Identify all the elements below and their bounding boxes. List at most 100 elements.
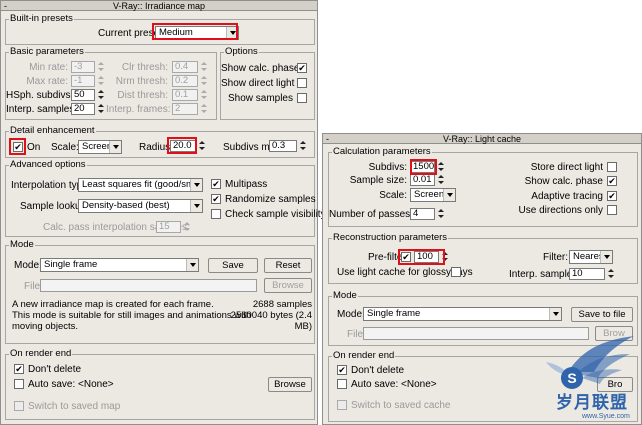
clr-thresh-arrows-icon[interactable] <box>201 61 207 73</box>
chevron-down-icon[interactable] <box>600 251 612 263</box>
clr-thresh-spinner[interactable]: 0.4 <box>172 61 198 73</box>
watermark-url: www.Syue.com <box>582 413 630 420</box>
show-samples-checkbox[interactable] <box>297 93 307 103</box>
chevron-down-icon[interactable] <box>186 259 198 271</box>
advanced-options-label: Advanced options <box>9 159 87 171</box>
chevron-down-icon[interactable] <box>190 200 202 212</box>
save-to-file-button[interactable]: Save to file <box>571 307 633 322</box>
sample-size-spinner[interactable]: 0.01 <box>410 174 435 186</box>
chevron-down-icon[interactable] <box>190 179 202 191</box>
irr-sample-count: 2688 samples <box>252 299 312 310</box>
lc-show-calc-phase-label: Show calc. phase <box>524 176 603 187</box>
collapse-icon[interactable]: - <box>326 134 329 144</box>
number-of-passes-spinner[interactable]: 4 <box>410 208 435 220</box>
adaptive-tracing-checkbox[interactable]: ✔ <box>607 191 617 201</box>
detail-scale-label: Scale: <box>51 142 79 153</box>
radius-arrows-icon[interactable] <box>199 140 205 152</box>
chevron-down-icon[interactable] <box>549 308 561 320</box>
detail-scale-dropdown[interactable]: Screen <box>78 140 122 154</box>
calculation-parameters-label: Calculation parameters <box>332 146 432 158</box>
subdivs-mult-spinner[interactable]: 0.3 <box>269 140 297 152</box>
interpolation-type-dropdown[interactable]: Least squares fit (good/smooth <box>78 178 203 192</box>
interp-frames-label: Interp. frames: <box>106 104 171 115</box>
lc-scale-dropdown[interactable]: Screen <box>410 188 456 202</box>
filter-label: Filter: <box>543 252 568 263</box>
interp-frames-arrows-icon[interactable] <box>201 103 207 115</box>
sample-lookup-dropdown[interactable]: Density-based (best) <box>78 199 203 213</box>
radius-highlight <box>167 137 197 154</box>
nrm-thresh-arrows-icon[interactable] <box>201 75 207 87</box>
irr-switch-saved-map-checkbox[interactable] <box>14 401 24 411</box>
irr-auto-save-label: Auto save: <None> <box>28 379 114 390</box>
lc-mode-value: Single frame <box>367 308 421 319</box>
built-in-presets-label: Built-in presets <box>9 13 74 25</box>
min-rate-arrows-icon[interactable] <box>98 61 104 73</box>
chevron-down-icon[interactable] <box>109 141 121 153</box>
min-rate-spinner[interactable]: -3 <box>71 61 95 73</box>
sample-size-arrows-icon[interactable] <box>438 174 444 186</box>
irr-reset-button[interactable]: Reset <box>264 258 312 273</box>
irr-mode-group: Mode Mode: Single frame Save Reset File:… <box>5 239 315 344</box>
collapse-icon[interactable]: - <box>4 1 7 11</box>
max-rate-label: Max rate: <box>26 76 68 87</box>
chevron-down-icon[interactable] <box>443 189 455 201</box>
irradiance-map-rollout-title[interactable]: - V-Ray:: Irradiance map <box>1 1 317 11</box>
lc-auto-save-checkbox[interactable] <box>337 379 347 389</box>
irradiance-map-panel: - V-Ray:: Irradiance map Built-in preset… <box>0 0 326 425</box>
lc-switch-saved-cache-checkbox[interactable] <box>337 400 347 410</box>
interp-frames-spinner[interactable]: 2 <box>172 103 198 115</box>
multipass-checkbox[interactable]: ✔ <box>211 179 221 189</box>
adaptive-tracing-label: Adaptive tracing <box>531 191 603 202</box>
glossy-rays-checkbox[interactable] <box>451 267 461 277</box>
lc-interp-samples-arrows-icon[interactable] <box>608 268 614 280</box>
lc-render-end-label: On render end <box>332 350 396 362</box>
dist-thresh-arrows-icon[interactable] <box>201 89 207 101</box>
check-sample-visibility-checkbox[interactable] <box>211 209 221 219</box>
lc-dont-delete-checkbox[interactable]: ✔ <box>337 365 347 375</box>
max-rate-spinner[interactable]: -1 <box>71 75 95 87</box>
irr-mode-description-1: A new irradiance map is created for each… <box>12 299 214 310</box>
irr-mode-field-label: Mode: <box>14 260 42 271</box>
store-direct-light-checkbox[interactable] <box>607 162 617 172</box>
detail-enhancement-label: Detail enhancement <box>9 125 96 137</box>
hsph-subdivs-arrows-icon[interactable] <box>98 89 104 101</box>
light-cache-rollout-title[interactable]: - V-Ray:: Light cache <box>323 134 641 144</box>
irr-mode-value: Single frame <box>44 259 98 270</box>
interp-samples-arrows-icon[interactable] <box>98 103 104 115</box>
irr-save-button[interactable]: Save <box>208 258 258 273</box>
lc-mode-dropdown[interactable]: Single frame <box>363 307 562 321</box>
hsph-subdivs-spinner[interactable]: 50 <box>71 89 95 101</box>
advanced-options-group: Advanced options Interpolation type: Lea… <box>5 159 326 237</box>
irr-mode-dropdown[interactable]: Single frame <box>40 258 199 272</box>
show-calc-phase-checkbox[interactable]: ✔ <box>297 63 307 73</box>
dist-thresh-spinner[interactable]: 0.1 <box>172 89 198 101</box>
lc-subdivs-label: Subdivs: <box>368 162 407 173</box>
check-sample-visibility-label: Check sample visibility <box>225 209 326 220</box>
subdivs-mult-arrows-icon[interactable] <box>300 140 306 152</box>
min-rate-label: Min rate: <box>29 62 68 73</box>
calc-pass-spinner[interactable]: 15 <box>156 221 181 233</box>
filter-dropdown[interactable]: Nearest <box>569 250 613 264</box>
lc-show-calc-phase-checkbox[interactable]: ✔ <box>607 176 617 186</box>
watermark-letter: S <box>567 370 576 386</box>
irr-auto-save-browse-button[interactable]: Browse <box>268 377 312 392</box>
number-of-passes-arrows-icon[interactable] <box>438 208 444 220</box>
lc-interp-samples-spinner[interactable]: 10 <box>569 268 605 280</box>
nrm-thresh-label: Nrm thresh: <box>115 76 168 87</box>
use-directions-only-checkbox[interactable] <box>607 205 617 215</box>
irr-auto-save-checkbox[interactable] <box>14 379 24 389</box>
multipass-label: Multipass <box>225 179 268 190</box>
lc-scale-value: Screen <box>414 189 445 200</box>
interp-samples-spinner[interactable]: 20 <box>71 103 95 115</box>
nrm-thresh-spinner[interactable]: 0.2 <box>172 75 198 87</box>
irr-file-browse-button[interactable]: Browse <box>264 278 312 293</box>
max-rate-arrows-icon[interactable] <box>98 75 104 87</box>
calc-pass-arrows-icon[interactable] <box>184 221 190 233</box>
irr-dont-delete-checkbox[interactable]: ✔ <box>14 364 24 374</box>
randomize-samples-checkbox[interactable]: ✔ <box>211 194 221 204</box>
reconstruction-parameters-label: Reconstruction parameters <box>332 232 449 244</box>
irr-file-input[interactable] <box>40 279 257 292</box>
lc-subdivs-arrows-icon[interactable] <box>438 161 444 173</box>
show-direct-light-checkbox[interactable] <box>297 78 307 88</box>
irr-switch-saved-map-label: Switch to saved map <box>28 401 121 412</box>
